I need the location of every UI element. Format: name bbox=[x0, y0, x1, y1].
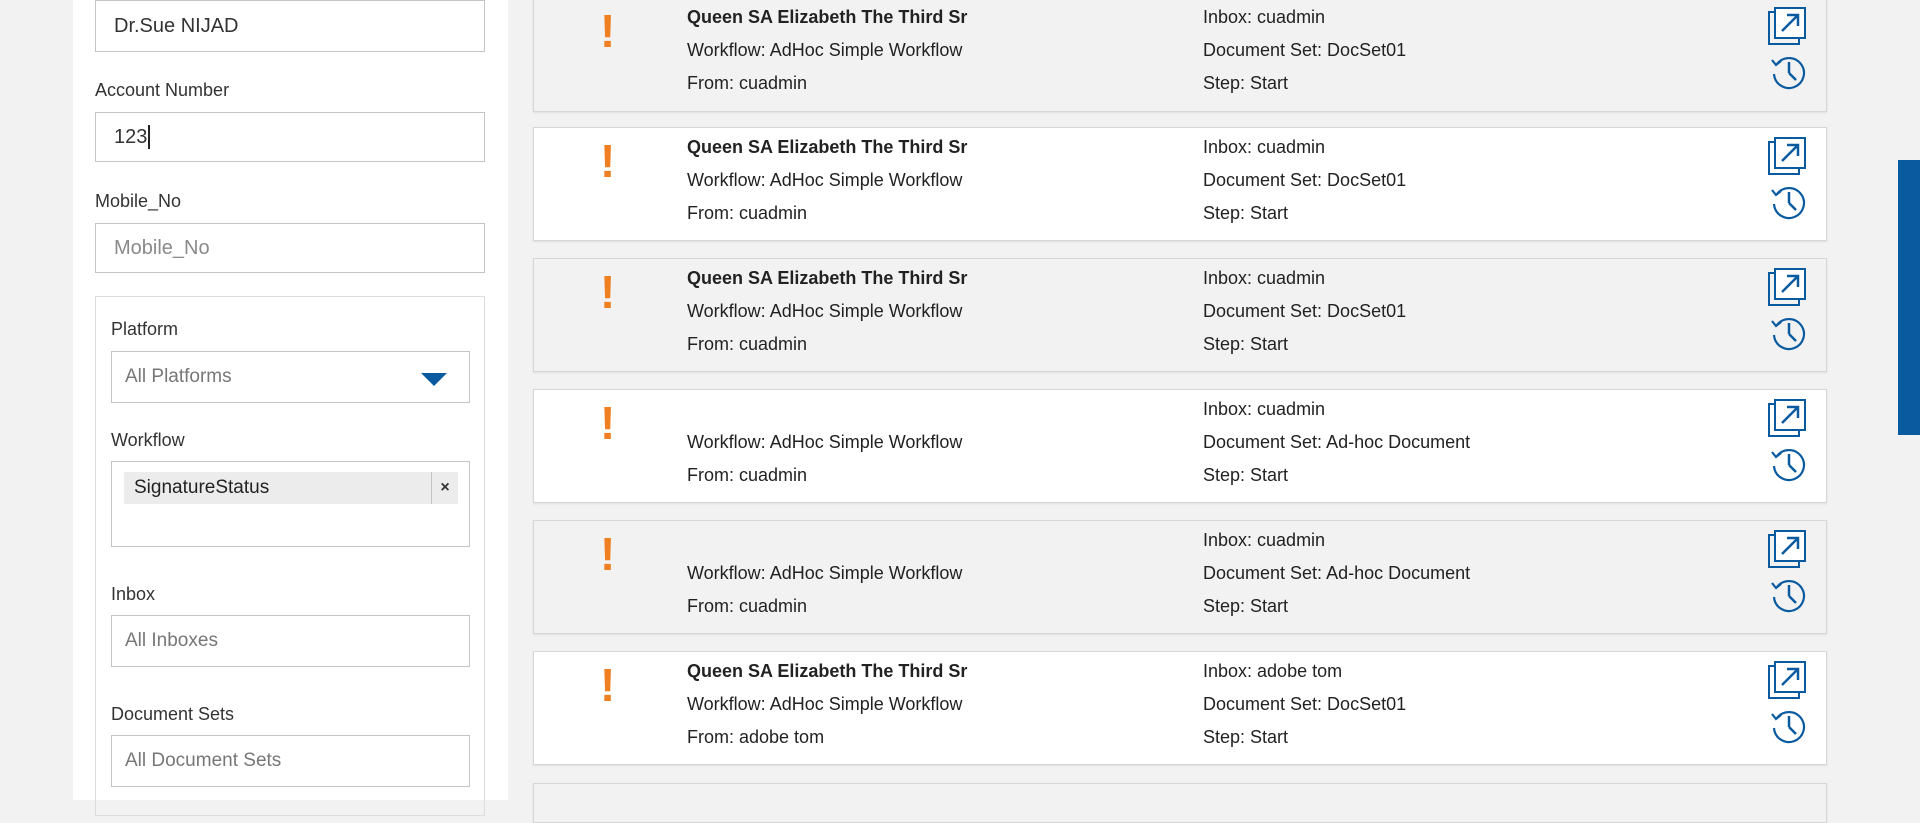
row-from: From: cuadmin bbox=[687, 596, 808, 616]
row-step: Step: Start bbox=[1203, 334, 1289, 354]
row-workflow: Workflow: AdHoc Simple Workflow bbox=[687, 563, 963, 583]
row-inbox: Inbox: adobe tom bbox=[1203, 661, 1343, 681]
row-document-set: Document Set: DocSet01 bbox=[1203, 170, 1407, 190]
row-step: Step: Start bbox=[1203, 203, 1289, 223]
result-row[interactable]: ! Queen SA Elizabeth The Third Sr Workflow… bbox=[533, 127, 1827, 241]
row-step: Step: Start bbox=[1203, 465, 1289, 485]
side-panel-tab[interactable] bbox=[1898, 160, 1920, 435]
exclamation-icon: ! bbox=[600, 659, 616, 711]
exclamation-icon: ! bbox=[600, 5, 616, 57]
document-sets-placeholder: All Document Sets bbox=[125, 750, 282, 771]
workflow-tag: SignatureStatus × bbox=[124, 472, 458, 504]
row-workflow: Workflow: AdHoc Simple Workflow bbox=[687, 432, 963, 452]
row-name: Queen SA Elizabeth The Third Sr bbox=[687, 137, 968, 157]
result-row[interactable]: ! Queen SA Elizabeth The Third Sr Workflow… bbox=[533, 651, 1827, 765]
inbox-field[interactable]: All Inboxes bbox=[111, 615, 470, 667]
result-row-partial[interactable] bbox=[533, 783, 1827, 823]
document-sets-label: Document Sets bbox=[111, 704, 235, 724]
account-number-label: Account Number bbox=[95, 80, 230, 100]
account-number-field[interactable]: 123 bbox=[95, 112, 485, 162]
platform-value: All Platforms bbox=[125, 366, 232, 387]
account-number-value: 123 bbox=[114, 125, 148, 148]
exclamation-icon: ! bbox=[600, 135, 616, 187]
result-row[interactable]: ! Queen SA Elizabeth The Third Sr Workflow… bbox=[533, 258, 1827, 372]
row-document-set: Document Set: DocSet01 bbox=[1203, 694, 1407, 714]
open-external-icon[interactable] bbox=[1767, 136, 1807, 176]
workflow-multiselect[interactable]: SignatureStatus × bbox=[111, 461, 470, 547]
open-external-icon[interactable] bbox=[1767, 398, 1807, 438]
row-workflow: Workflow: AdHoc Simple Workflow bbox=[687, 301, 963, 321]
row-from: From: cuadmin bbox=[687, 465, 808, 485]
row-step: Step: Start bbox=[1203, 73, 1289, 93]
row-step: Step: Start bbox=[1203, 727, 1289, 747]
mobile-no-field[interactable]: Mobile_No bbox=[95, 223, 485, 273]
mobile-no-label: Mobile_No bbox=[95, 191, 182, 211]
open-external-icon[interactable] bbox=[1767, 529, 1807, 569]
platform-label: Platform bbox=[111, 319, 179, 339]
result-row[interactable]: ! Workflow: AdHoc Simple Workflow From: cu… bbox=[533, 389, 1827, 503]
row-document-set: Document Set: Ad-hoc Document bbox=[1203, 563, 1471, 583]
workflow-label: Workflow bbox=[111, 430, 185, 450]
result-row[interactable]: ! Queen SA Elizabeth The Third Sr Workflow… bbox=[533, 0, 1827, 112]
remove-tag-icon[interactable]: × bbox=[431, 472, 458, 504]
inbox-label: Inbox bbox=[111, 584, 156, 604]
row-step: Step: Start bbox=[1203, 596, 1289, 616]
history-icon[interactable] bbox=[1769, 182, 1809, 222]
row-inbox: Inbox: cuadmin bbox=[1203, 137, 1326, 157]
filter-sub-panel: Platform All Platforms Workflow Signatur… bbox=[95, 296, 485, 816]
row-from: From: adobe tom bbox=[687, 727, 825, 747]
history-icon[interactable] bbox=[1769, 444, 1809, 484]
filter-panel: Dr.Sue NIJAD Account Number 123 Mobile_N… bbox=[73, 0, 508, 816]
history-icon[interactable] bbox=[1769, 575, 1809, 615]
history-icon[interactable] bbox=[1769, 313, 1809, 353]
text-caret bbox=[148, 125, 151, 149]
open-external-icon[interactable] bbox=[1767, 6, 1807, 46]
row-from: From: cuadmin bbox=[687, 203, 808, 223]
workflow-tag-label: SignatureStatus bbox=[134, 477, 270, 498]
document-sets-field[interactable]: All Document Sets bbox=[111, 735, 470, 787]
open-external-icon[interactable] bbox=[1767, 267, 1807, 307]
row-inbox: Inbox: cuadmin bbox=[1203, 399, 1326, 419]
history-icon[interactable] bbox=[1769, 706, 1809, 746]
row-document-set: Document Set: DocSet01 bbox=[1203, 40, 1407, 60]
row-inbox: Inbox: cuadmin bbox=[1203, 268, 1326, 288]
row-workflow: Workflow: AdHoc Simple Workflow bbox=[687, 170, 963, 190]
result-list: ! Queen SA Elizabeth The Third Sr Workflow… bbox=[533, 0, 1827, 800]
exclamation-icon: ! bbox=[600, 528, 616, 580]
exclamation-icon: ! bbox=[600, 266, 616, 318]
result-row[interactable]: ! Workflow: AdHoc Simple Workflow From: cu… bbox=[533, 520, 1827, 634]
row-name: Queen SA Elizabeth The Third Sr bbox=[687, 7, 968, 27]
row-inbox: Inbox: cuadmin bbox=[1203, 530, 1326, 550]
row-document-set: Document Set: Ad-hoc Document bbox=[1203, 432, 1471, 452]
platform-dropdown[interactable]: All Platforms bbox=[111, 351, 470, 403]
row-from: From: cuadmin bbox=[687, 73, 808, 93]
row-name: Queen SA Elizabeth The Third Sr bbox=[687, 268, 968, 288]
row-name: Queen SA Elizabeth The Third Sr bbox=[687, 661, 968, 681]
row-inbox: Inbox: cuadmin bbox=[1203, 7, 1326, 27]
row-workflow: Workflow: AdHoc Simple Workflow bbox=[687, 694, 963, 714]
row-document-set: Document Set: DocSet01 bbox=[1203, 301, 1407, 321]
chevron-down-icon[interactable] bbox=[421, 373, 447, 386]
name-field-value: Dr.Sue NIJAD bbox=[114, 14, 239, 37]
row-workflow: Workflow: AdHoc Simple Workflow bbox=[687, 40, 963, 60]
inbox-placeholder: All Inboxes bbox=[125, 630, 218, 651]
exclamation-icon: ! bbox=[600, 397, 616, 449]
name-field[interactable]: Dr.Sue NIJAD bbox=[95, 0, 485, 52]
row-from: From: cuadmin bbox=[687, 334, 808, 354]
mobile-no-placeholder: Mobile_No bbox=[114, 236, 210, 259]
open-external-icon[interactable] bbox=[1767, 660, 1807, 700]
history-icon[interactable] bbox=[1769, 52, 1809, 92]
